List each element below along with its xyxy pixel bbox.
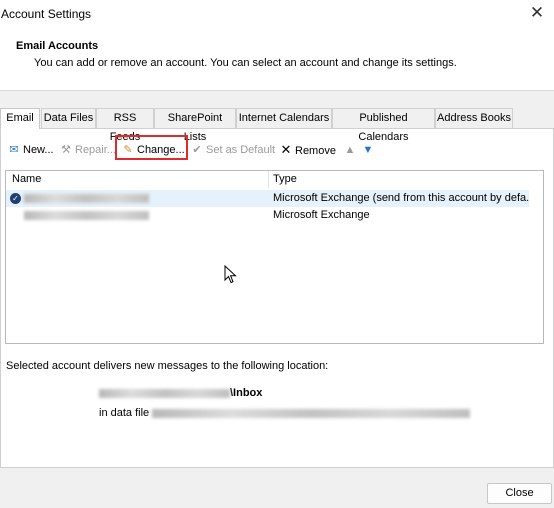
location-redacted-blur	[99, 388, 230, 398]
tab-internet-calendars[interactable]: Internet Calendars	[236, 108, 332, 128]
account-type: Microsoft Exchange (send from this accou…	[273, 192, 529, 204]
accounts-list[interactable]: Name Type ✓ Microsoft Exchange (send fro…	[5, 170, 544, 344]
close-button[interactable]: Close	[487, 483, 552, 504]
repair-label: Repair...	[75, 144, 116, 156]
data-file-path: in data file	[99, 407, 471, 419]
data-file-redacted	[152, 408, 471, 419]
column-header-name[interactable]: Name	[12, 171, 41, 188]
tab-address-books[interactable]: Address Books	[435, 108, 513, 128]
tab-rss-feeds[interactable]: RSS Feeds	[96, 108, 154, 143]
check-circle-icon: ✔	[192, 144, 202, 156]
move-down-button[interactable]: ▼	[361, 141, 377, 159]
remove-x-icon: ✕	[280, 142, 292, 157]
default-account-check-icon: ✓	[10, 193, 21, 204]
window-title: Account Settings	[1, 7, 92, 21]
account-name-redacted	[24, 194, 149, 203]
location-redacted	[99, 388, 230, 399]
repair-icon: ⚒	[61, 144, 71, 156]
move-up-button[interactable]: ▲	[343, 141, 359, 159]
title-bar: Account Settings ✕	[0, 0, 554, 29]
column-header-type[interactable]: Type	[273, 171, 297, 188]
close-icon[interactable]: ✕	[527, 3, 547, 23]
section-title: Email Accounts	[16, 40, 99, 52]
arrow-up-icon: ▲	[344, 144, 356, 156]
arrow-down-icon: ▼	[362, 144, 374, 156]
delivery-location: \Inbox	[99, 387, 262, 399]
data-file-redacted-blur	[152, 408, 471, 418]
delivery-message: Selected account delivers new messages t…	[6, 360, 329, 372]
set-as-default-label: Set as Default	[206, 144, 276, 156]
mouse-pointer-icon	[224, 265, 237, 284]
new-button[interactable]: ✉ New...	[7, 141, 54, 159]
change-highlight-box	[115, 135, 188, 160]
data-file-label: in data file	[99, 407, 150, 419]
new-account-icon: ✉	[9, 144, 19, 156]
account-row[interactable]: ✓ Microsoft Exchange (send from this acc…	[6, 190, 529, 207]
account-name-redacted	[24, 211, 149, 220]
tab-data-files[interactable]: Data Files	[41, 108, 96, 128]
account-row[interactable]: Microsoft Exchange	[6, 207, 529, 224]
footer	[0, 468, 554, 508]
tab-strip: Email Data Files RSS Feeds SharePoint Li…	[0, 108, 554, 143]
header-panel: Email Accounts You can add or remove an …	[0, 29, 554, 91]
remove-label: Remove	[295, 145, 336, 157]
inbox-folder: \Inbox	[230, 387, 263, 399]
set-as-default-button[interactable]: ✔ Set as Default	[190, 141, 275, 159]
section-subtitle: You can add or remove an account. You ca…	[34, 57, 457, 69]
list-scrollbar[interactable]	[530, 171, 543, 343]
tab-email[interactable]: Email	[0, 108, 40, 129]
new-label: New...	[23, 144, 54, 156]
tab-published-calendars[interactable]: Published Calendars	[332, 108, 435, 143]
account-type: Microsoft Exchange	[273, 209, 370, 221]
column-separator	[268, 171, 269, 188]
toolbar: ✉ New... ⚒ Repair... ✎ Change... ✔ Set as De…	[0, 138, 554, 160]
tab-sharepoint-lists[interactable]: SharePoint Lists	[154, 108, 236, 143]
remove-button[interactable]: ✕ Remove	[279, 141, 336, 159]
repair-button[interactable]: ⚒ Repair...	[59, 141, 116, 159]
